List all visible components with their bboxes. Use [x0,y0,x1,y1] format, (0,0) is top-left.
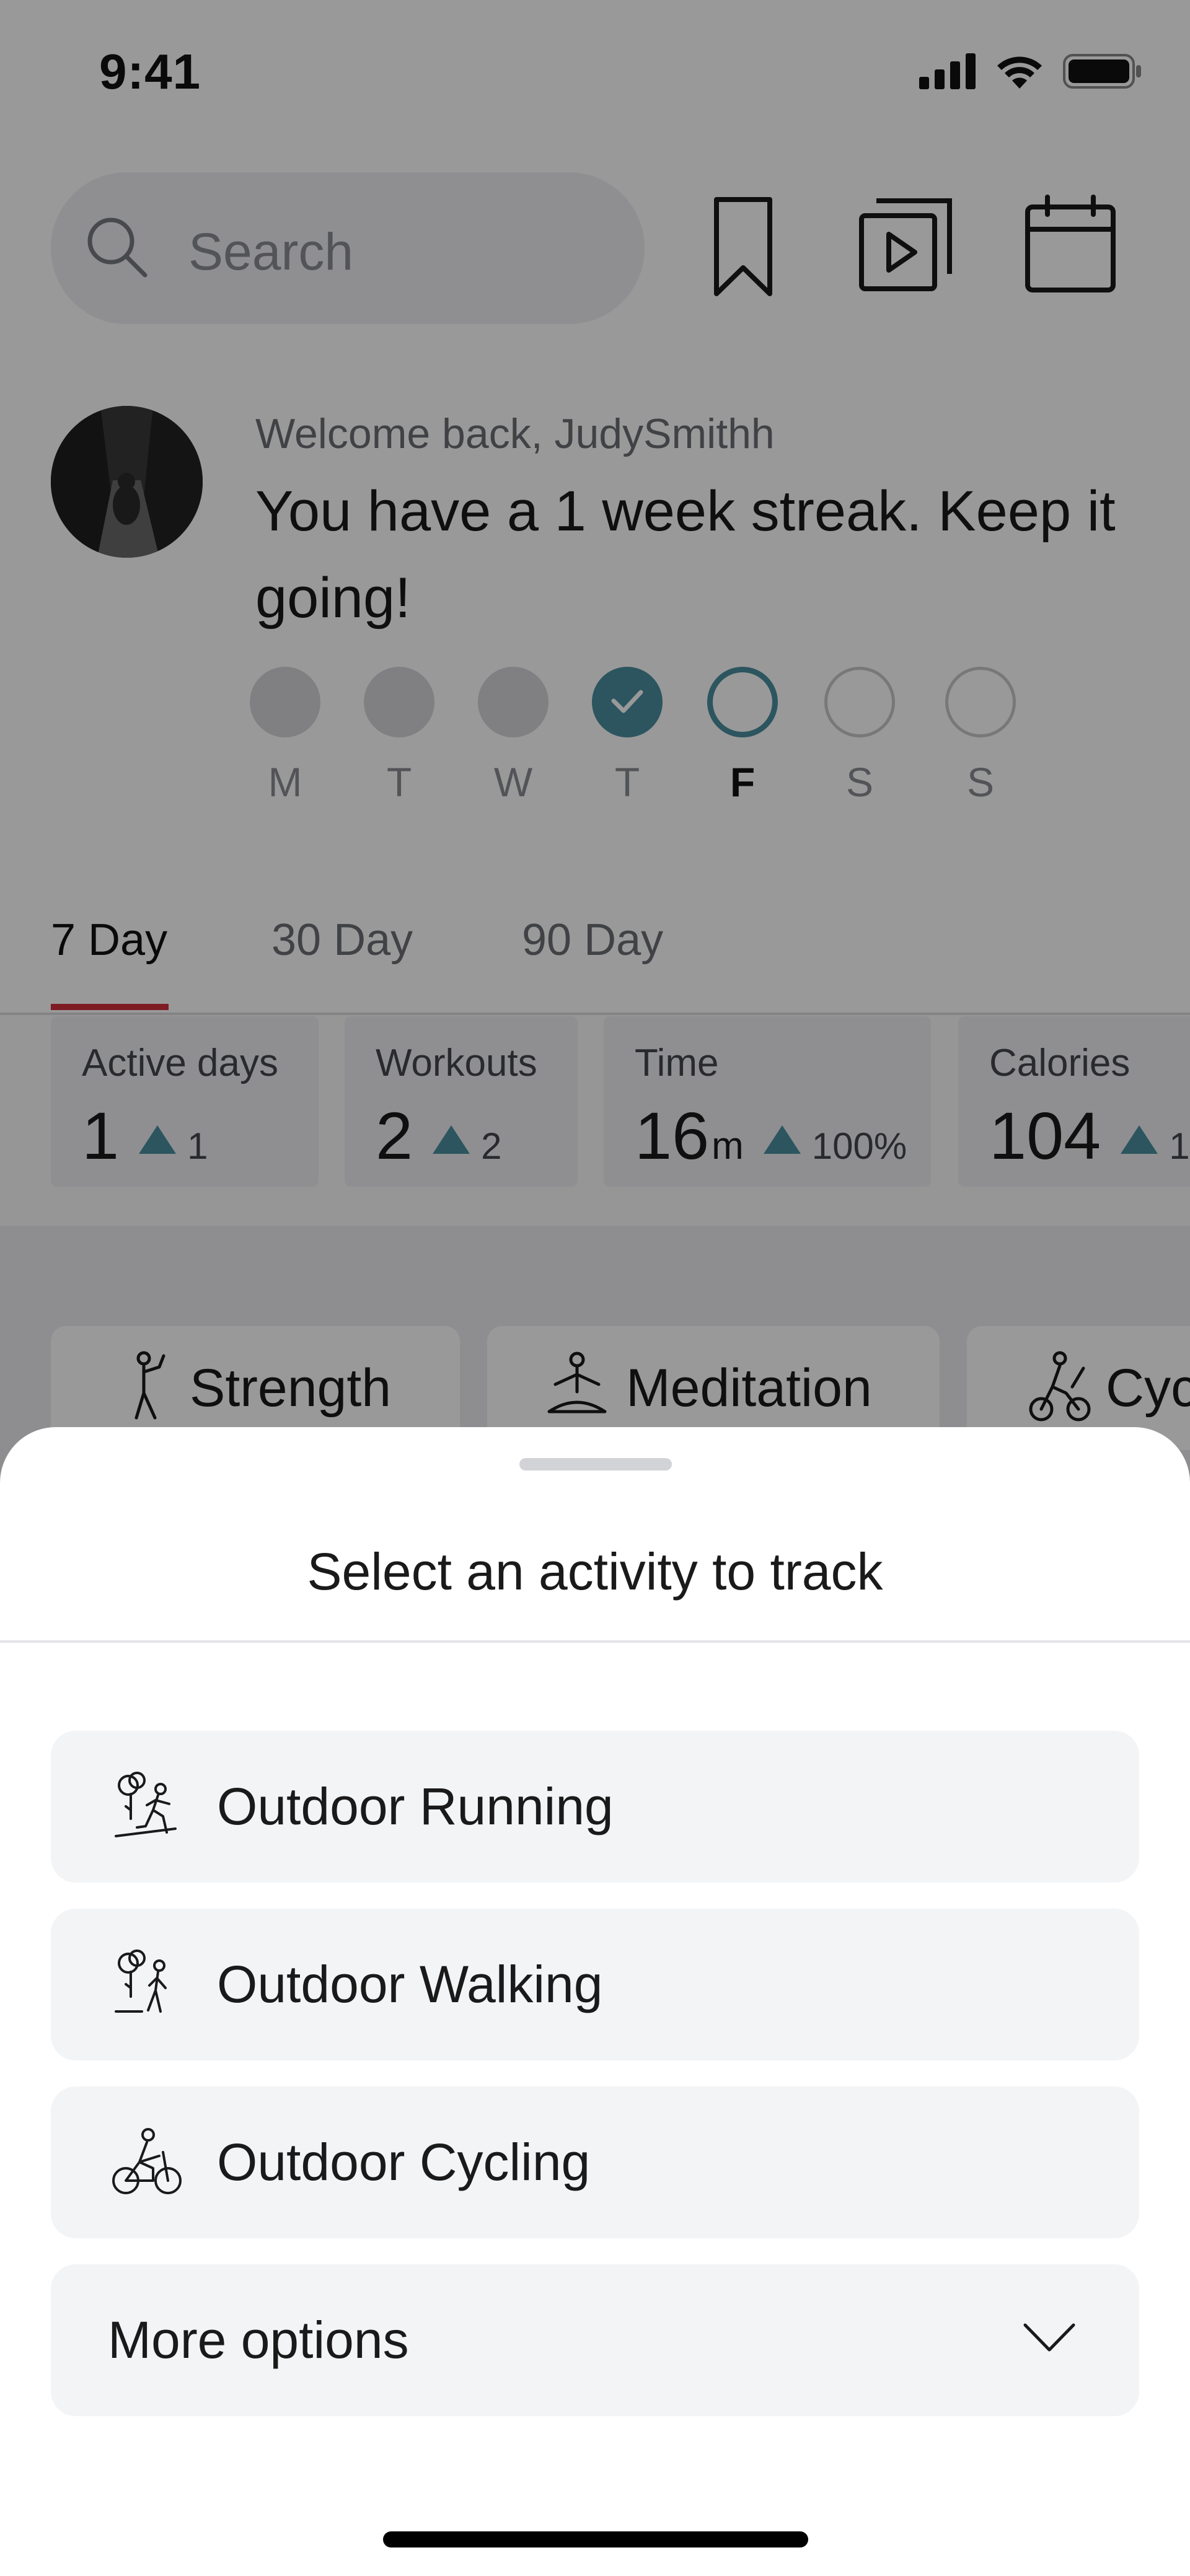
sheet-title: Select an activity to track [307,1542,883,1601]
home-indicator [383,2531,808,2547]
option-outdoor-cycling[interactable]: Outdoor Cycling [51,2086,1139,2238]
chevron-down-icon [1021,2319,1077,2359]
option-label: Outdoor Running [217,1777,614,1835]
option-outdoor-walking[interactable]: Outdoor Walking [51,1909,1139,2060]
outdoor-cycling-icon [110,2125,184,2199]
option-outdoor-running[interactable]: Outdoor Running [51,1731,1139,1883]
more-options-dropdown[interactable]: More options [51,2264,1139,2416]
activity-bottom-sheet: Select an activity to track Outdoor Runn… [0,1427,1190,2576]
sheet-divider [0,1640,1190,1643]
option-label: Outdoor Cycling [217,2133,591,2191]
option-label: Outdoor Walking [217,1955,603,2013]
sheet-grabber[interactable] [519,1458,672,1470]
more-options-label: More options [108,2311,409,2369]
outdoor-walking-icon [110,1947,184,2021]
outdoor-running-icon [110,1769,184,1844]
